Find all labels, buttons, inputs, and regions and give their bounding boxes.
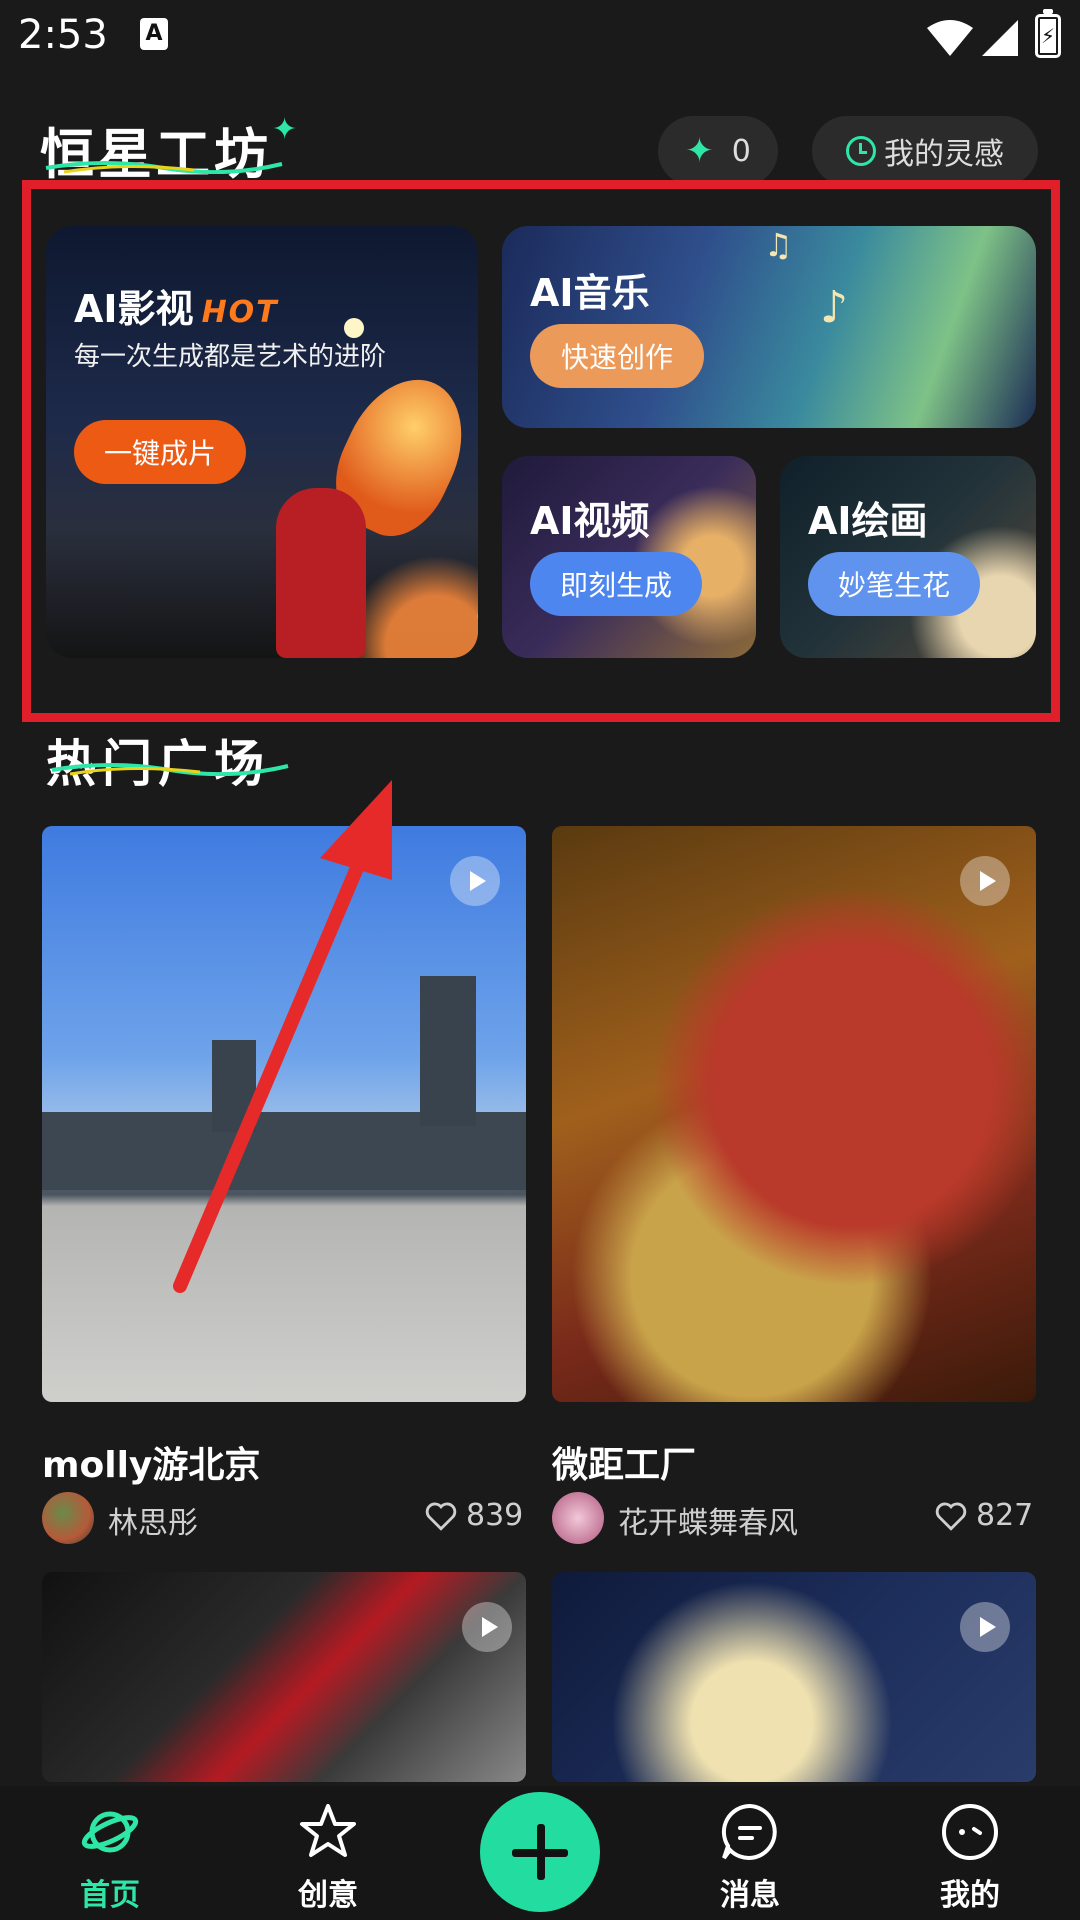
- feed-image-1[interactable]: [42, 826, 526, 1402]
- nav-messages[interactable]: 消息: [670, 1786, 830, 1920]
- sparkle-star-icon: ✦: [685, 131, 714, 171]
- planet-icon: [81, 1811, 139, 1853]
- feed-image-4[interactable]: [552, 1572, 1036, 1782]
- feed-title-2[interactable]: 微距工厂: [552, 1436, 696, 1488]
- face-icon: [942, 1804, 998, 1860]
- like-button-1[interactable]: 839: [424, 1498, 523, 1533]
- create-plus-button[interactable]: [480, 1792, 600, 1912]
- feed-image-2[interactable]: [552, 826, 1036, 1402]
- tower-decoration: [212, 1040, 256, 1132]
- points-value: 0: [731, 133, 751, 169]
- brand-underline-decoration: [45, 161, 283, 174]
- section-underline-decoration: [51, 763, 289, 776]
- play-icon[interactable]: [960, 1602, 1010, 1652]
- nav-profile-label: 我的: [940, 1878, 1000, 1913]
- play-icon[interactable]: [450, 856, 500, 906]
- notification-a-icon: A: [140, 18, 168, 50]
- status-bar: 2:53 A ⚡: [0, 0, 1080, 80]
- sparkle-icon: ✦: [272, 112, 298, 147]
- feed-title-1[interactable]: molly游北京: [42, 1436, 260, 1488]
- my-inspiration-button[interactable]: 我的灵感: [812, 116, 1038, 186]
- signal-icon: [982, 20, 1018, 56]
- play-icon[interactable]: [960, 856, 1010, 906]
- avatar[interactable]: [42, 1492, 94, 1544]
- star-icon: [300, 1804, 356, 1857]
- tower-decoration: [420, 976, 476, 1126]
- heart-icon: [935, 1502, 967, 1531]
- nav-home-label: 首页: [80, 1878, 140, 1913]
- highlight-box: [22, 180, 1060, 722]
- play-icon[interactable]: [462, 1602, 512, 1652]
- nav-creative[interactable]: 创意: [248, 1786, 408, 1920]
- feed-image-3[interactable]: [42, 1572, 526, 1782]
- message-icon: [721, 1803, 777, 1860]
- like-count: 839: [466, 1498, 524, 1533]
- heart-icon: [425, 1502, 457, 1531]
- points-button[interactable]: ✦ 0: [658, 116, 778, 186]
- status-time: 2:53: [18, 12, 108, 58]
- my-inspiration-label: 我的灵感: [884, 137, 1004, 172]
- feed-author-1[interactable]: 林思彤: [108, 1498, 198, 1542]
- nav-messages-label: 消息: [720, 1878, 780, 1913]
- wifi-icon: [927, 20, 973, 56]
- clock-icon: [846, 136, 876, 166]
- like-count: 827: [976, 1498, 1034, 1533]
- nav-creative-label: 创意: [298, 1878, 358, 1913]
- brand-title: 恒星工坊: [40, 122, 272, 186]
- nav-profile[interactable]: 我的: [890, 1786, 1050, 1920]
- nav-home[interactable]: 首页: [30, 1786, 190, 1920]
- like-button-2[interactable]: 827: [934, 1498, 1033, 1533]
- avatar[interactable]: [552, 1492, 604, 1544]
- battery-charging-icon: ⚡: [1035, 9, 1061, 58]
- feed-author-2[interactable]: 花开蝶舞春风: [618, 1498, 798, 1542]
